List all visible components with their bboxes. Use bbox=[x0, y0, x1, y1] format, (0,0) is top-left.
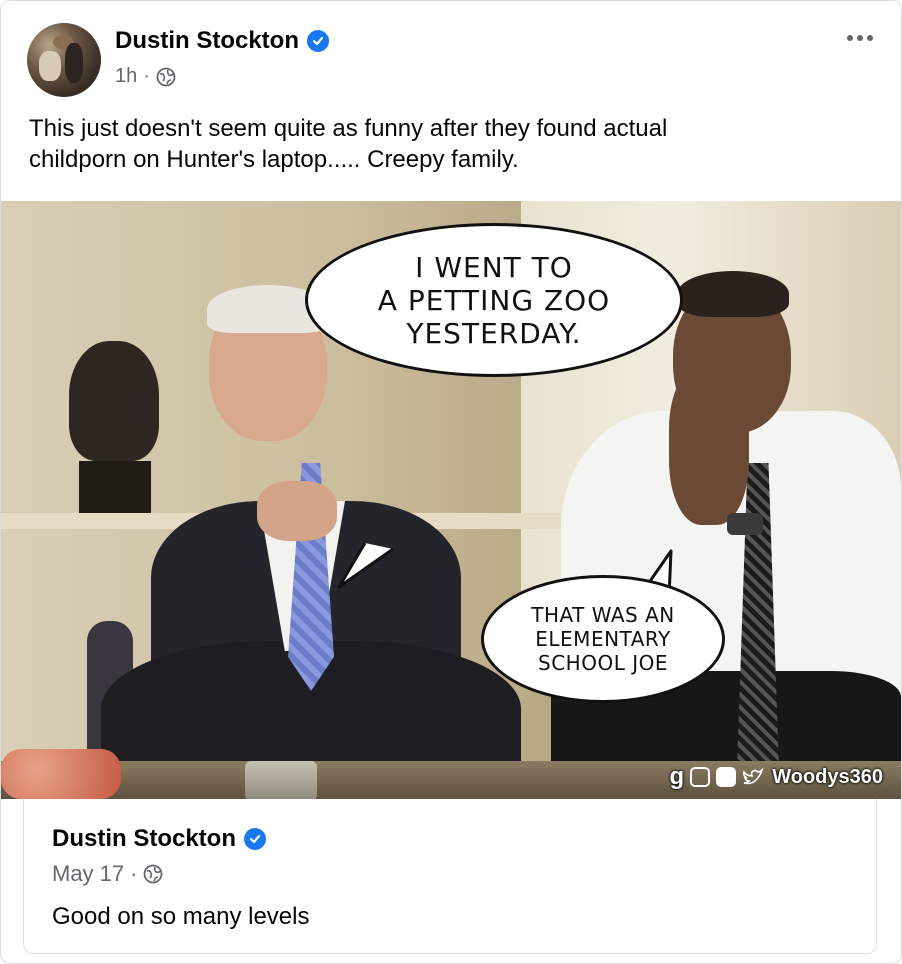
post-card: Dustin Stockton 1h · This just doesn't s… bbox=[0, 0, 902, 964]
speech-bubble-line: SCHOOL JOE bbox=[538, 651, 668, 675]
watermark-text: Woodys360 bbox=[772, 765, 883, 788]
meme-image[interactable]: I WENT TO A PETTING ZOO YESTERDAY. THAT … bbox=[1, 201, 901, 799]
bust-pedestal bbox=[79, 461, 151, 521]
right-person-hair bbox=[677, 271, 789, 317]
speech-bubble-top: I WENT TO A PETTING ZOO YESTERDAY. bbox=[305, 223, 683, 377]
speech-bubble-line: THAT WAS AN bbox=[531, 603, 675, 627]
post-timestamp[interactable]: 1h bbox=[115, 65, 137, 88]
author-avatar[interactable] bbox=[27, 23, 101, 97]
more-options-icon[interactable] bbox=[843, 21, 877, 55]
speech-bubble-bottom: THAT WAS AN ELEMENTARY SCHOOL JOE bbox=[481, 575, 725, 703]
instagram-icon bbox=[690, 767, 711, 787]
shared-post[interactable]: Dustin Stockton May 17 · Good on so many… bbox=[23, 799, 877, 954]
g-logo-icon: g bbox=[669, 763, 685, 790]
speech-bubble-tail bbox=[337, 542, 394, 589]
shared-author-row: Dustin Stockton bbox=[52, 825, 266, 853]
shared-timestamp[interactable]: May 17 bbox=[52, 861, 124, 887]
verified-badge-icon bbox=[244, 828, 266, 850]
twitter-icon bbox=[743, 767, 764, 785]
meta-separator: · bbox=[143, 65, 150, 87]
wristwatch bbox=[727, 513, 763, 535]
globe-icon[interactable] bbox=[156, 67, 176, 87]
speech-bubble-line: ELEMENTARY bbox=[535, 627, 671, 651]
avatar-detail bbox=[65, 43, 83, 83]
facebook-icon bbox=[716, 767, 737, 787]
post-text-line: This just doesn't seem quite as funny af… bbox=[29, 115, 668, 142]
post-text: This just doesn't seem quite as funny af… bbox=[29, 113, 849, 175]
verified-badge-icon bbox=[307, 30, 329, 52]
fruit-bowl bbox=[1, 749, 121, 799]
left-person-hands bbox=[257, 481, 337, 541]
post-header: Dustin Stockton 1h · bbox=[27, 23, 877, 97]
avatar-detail bbox=[39, 51, 61, 81]
post-meta: 1h · bbox=[115, 65, 176, 88]
author-row: Dustin Stockton bbox=[115, 27, 329, 55]
right-person-hands bbox=[669, 365, 749, 525]
speech-bubble-line: I WENT TO bbox=[415, 250, 573, 284]
shared-post-text: Good on so many levels bbox=[52, 903, 310, 930]
shared-author-name[interactable]: Dustin Stockton bbox=[52, 825, 236, 853]
author-name[interactable]: Dustin Stockton bbox=[115, 27, 299, 55]
shared-post-meta: May 17 · bbox=[52, 861, 163, 887]
watermark: g Woodys360 bbox=[670, 763, 883, 791]
globe-icon[interactable] bbox=[143, 864, 163, 884]
bust-statue bbox=[69, 341, 159, 461]
glass bbox=[245, 761, 317, 799]
post-text-line: childporn on Hunter's laptop..... Creepy… bbox=[29, 146, 519, 173]
meta-separator: · bbox=[130, 861, 138, 886]
speech-bubble-line: A PETTING ZOO bbox=[377, 283, 611, 317]
speech-bubble-line: YESTERDAY. bbox=[406, 316, 582, 350]
